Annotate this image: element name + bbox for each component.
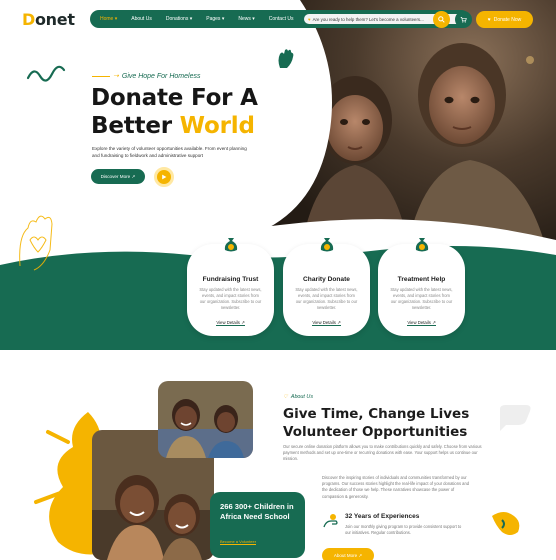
hero-tagline-text: Give Hope For Homeless	[121, 72, 201, 80]
play-icon	[162, 174, 167, 180]
hero-description: Explore the variety of volunteer opportu…	[92, 146, 247, 158]
view-details-link[interactable]: View Details ↗	[283, 320, 370, 326]
nav-item-donations[interactable]: Donations ▾	[166, 16, 192, 22]
children-stat-title: 266 300+ Children in Africa Need School	[220, 502, 294, 521]
about-description: Our secure online donation platform allo…	[283, 444, 482, 462]
heart-icon: ♥	[308, 16, 311, 22]
children-stat-card: 266 300+ Children in Africa Need School …	[210, 492, 305, 558]
main-nav: Home ▾ About Us Donations ▾ Pages ▾ News…	[90, 10, 470, 28]
cart-button[interactable]	[455, 11, 472, 28]
about-label-text: About Us	[290, 394, 314, 400]
site-logo[interactable]: Donet	[22, 10, 75, 29]
about-title-line2: Volunteer Opportunities	[283, 423, 468, 440]
feature-card-text: Stay updated with the latest news, event…	[390, 287, 453, 310]
site-header: Donet Home ▾ About Us Donations ▾ Pages …	[0, 0, 556, 38]
volunteer-message-text: Are you ready to help them? Let's become…	[312, 16, 424, 22]
nav-item-pages[interactable]: Pages ▾	[206, 16, 224, 22]
cart-icon	[460, 17, 467, 23]
discover-more-button[interactable]: Discover More ↗	[91, 169, 145, 184]
heart-outline-icon: ♡	[283, 394, 288, 400]
money-bag-icon	[415, 238, 429, 252]
feature-card-text: Stay updated with the latest news, event…	[295, 287, 358, 310]
arrow-right-icon: ➝	[113, 73, 119, 80]
hero-title: Donate For A Better World	[91, 84, 258, 140]
nav-item-about[interactable]: About Us	[131, 16, 152, 22]
search-button[interactable]	[433, 11, 450, 28]
nav-item-news[interactable]: News ▾	[238, 16, 254, 22]
experience-text: Join our monthly giving program to provi…	[345, 524, 462, 535]
money-bag-icon	[320, 238, 334, 252]
experience-hand-icon	[323, 514, 338, 528]
about-title: Give Time, Change Lives Volunteer Opport…	[283, 406, 469, 441]
children-photo-illustration	[158, 381, 253, 458]
nav-item-contact[interactable]: Contact Us	[269, 16, 294, 22]
bird-decoration	[492, 512, 520, 535]
money-bag-icon	[224, 238, 238, 252]
become-volunteer-link[interactable]: Become a Volunteer	[220, 539, 257, 545]
view-details-link[interactable]: View Details ↗	[378, 320, 465, 326]
donate-now-label: Donate Now	[493, 16, 522, 23]
feature-card-title: Treatment Help	[397, 276, 446, 283]
about-sub-description: Discover the inspiring stories of indivi…	[322, 475, 469, 499]
experience-title: 32 Years of Experiences	[345, 513, 420, 520]
chat-bubble-decoration	[500, 405, 531, 431]
tagline-line	[92, 75, 110, 77]
feature-card-charity: Charity Donate Stay updated with the lat…	[283, 238, 370, 336]
hero-title-line2: Better	[91, 113, 180, 139]
feature-card-text: Stay updated with the latest news, event…	[199, 287, 262, 310]
feature-card-fundraising: Fundraising Trust Stay updated with the …	[187, 238, 274, 336]
view-details-link[interactable]: View Details ↗	[187, 320, 274, 326]
children-photo-small	[158, 381, 253, 458]
nav-item-home[interactable]: Home ▾	[100, 16, 117, 22]
hero-title-highlight: World	[179, 113, 255, 139]
feature-card-treatment: Treatment Help Stay updated with the lat…	[378, 238, 465, 336]
about-title-line1: Give Time, Change Lives	[283, 406, 470, 422]
heart-hand-icon: ♥	[487, 16, 491, 23]
hand-wave-icon	[278, 49, 294, 68]
feature-card-title: Charity Donate	[303, 276, 350, 283]
search-icon	[438, 16, 445, 23]
play-video-button[interactable]	[154, 167, 174, 187]
feature-card-title: Fundraising Trust	[202, 276, 259, 283]
hero-title-line1: Donate For A	[91, 85, 258, 111]
donate-now-button[interactable]: ♥ Donate Now	[476, 11, 533, 28]
about-label: ♡ About Us	[283, 394, 313, 400]
hero-tagline: ➝ Give Hope For Homeless	[92, 72, 200, 80]
about-more-button[interactable]: About More ↗	[322, 548, 374, 560]
